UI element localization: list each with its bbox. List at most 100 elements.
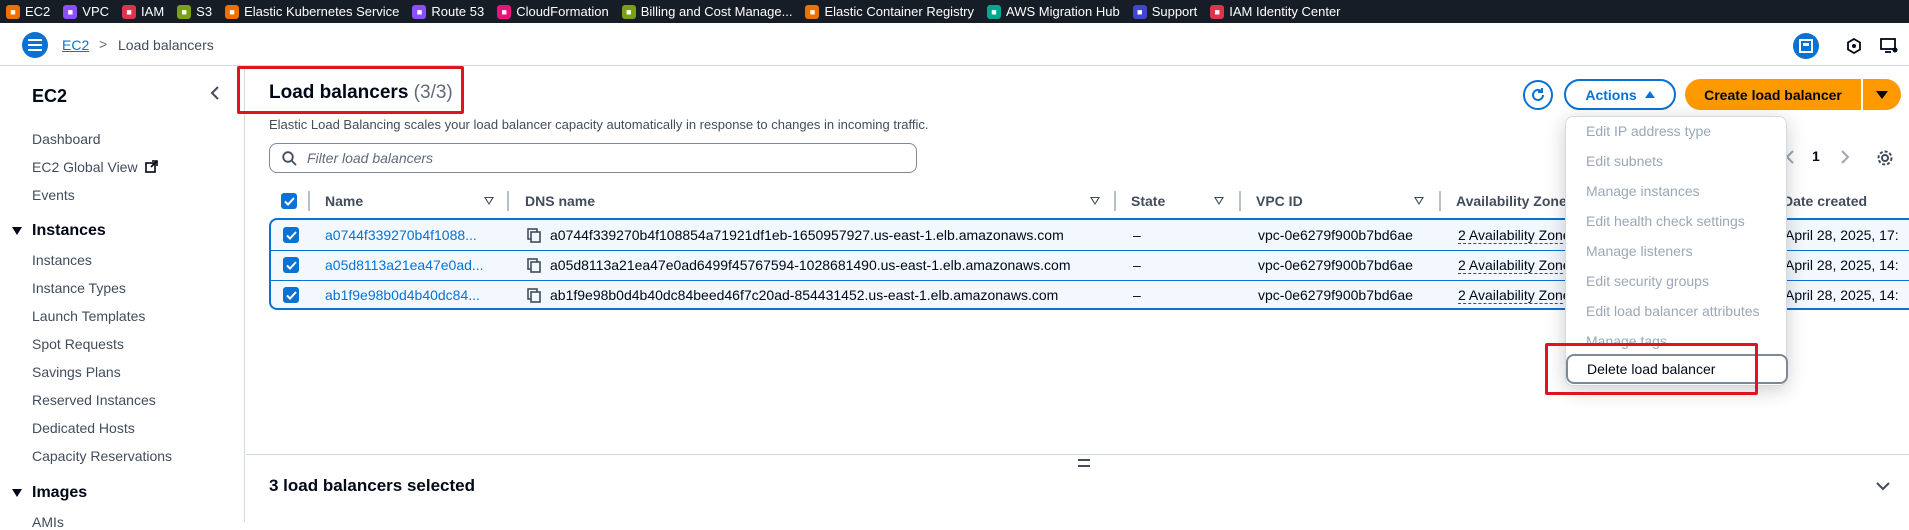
- load-balancer-name-link[interactable]: ab1f9e98b0d4b40dc84...: [325, 287, 495, 303]
- select-all-checkbox[interactable]: [281, 193, 297, 209]
- column-separator: [308, 191, 310, 211]
- split-panel-title: 3 load balancers selected: [269, 476, 475, 495]
- menu-item-manage-listeners[interactable]: Manage listeners: [1586, 243, 1693, 259]
- create-load-balancer-button[interactable]: Create load balancer: [1685, 79, 1861, 110]
- menu-item-edit-subnets[interactable]: Edit subnets: [1586, 153, 1663, 169]
- copy-icon[interactable]: [527, 288, 541, 303]
- page-number[interactable]: 1: [1812, 148, 1820, 164]
- sidebar-item-reserved-instances[interactable]: Reserved Instances: [32, 392, 156, 408]
- menu-item-manage-instances[interactable]: Manage instances: [1586, 183, 1700, 199]
- sidebar-item-savings-plans[interactable]: Savings Plans: [32, 364, 121, 380]
- favorite-label: Elastic Kubernetes Service: [244, 4, 400, 19]
- collapse-sidebar-icon[interactable]: [206, 84, 224, 102]
- notifications-button[interactable]: [1876, 33, 1902, 59]
- eks-icon: ■: [225, 4, 240, 19]
- side-navigation: EC2 Dashboard EC2 Global View Events Ins…: [0, 66, 245, 530]
- favorite-migration-hub[interactable]: ■ AWS Migration Hub: [987, 4, 1120, 19]
- copy-icon[interactable]: [527, 258, 541, 273]
- sidebar-item-instances[interactable]: Instances: [32, 252, 92, 268]
- dns-name: ab1f9e98b0d4b40dc84beed46f7c20ad-8544314…: [550, 287, 1059, 303]
- favorite-s3[interactable]: ■ S3: [177, 4, 212, 19]
- section-label: Instances: [32, 222, 106, 239]
- sidebar-item-instance-types[interactable]: Instance Types: [32, 280, 126, 296]
- sidebar-item-dedicated-hosts[interactable]: Dedicated Hosts: [32, 420, 135, 436]
- sidebar-title: EC2: [32, 86, 68, 106]
- row-checkbox[interactable]: [283, 227, 299, 243]
- hamburger-icon: [28, 39, 42, 51]
- breadcrumb-ec2-link[interactable]: EC2: [62, 37, 89, 53]
- column-header-vpc[interactable]: VPC ID: [1256, 193, 1303, 209]
- column-separator: [507, 191, 509, 211]
- favorite-ec2[interactable]: ■ EC2: [6, 4, 50, 19]
- favorite-vpc[interactable]: ■ VPC: [63, 4, 109, 19]
- column-header-dns[interactable]: DNS name: [525, 193, 595, 209]
- favorite-cloudformation[interactable]: ■ CloudFormation: [497, 4, 609, 19]
- load-balancer-name-link[interactable]: a0744f339270b4f1088...: [325, 227, 495, 243]
- load-balancer-name-link[interactable]: a05d8113a21ea47e0ad...: [325, 257, 495, 273]
- sort-icon[interactable]: [484, 197, 494, 205]
- menu-item-edit-security-groups[interactable]: Edit security groups: [1586, 273, 1709, 289]
- favorite-iam[interactable]: ■ IAM: [122, 4, 164, 19]
- breadcrumb-separator: >: [99, 36, 108, 52]
- copy-icon[interactable]: [527, 228, 541, 243]
- resize-handle[interactable]: [1078, 459, 1090, 467]
- sidebar-section-images[interactable]: Images: [12, 484, 87, 502]
- sort-icon[interactable]: [1214, 197, 1224, 205]
- availability-zones[interactable]: 2 Availability Zones: [1458, 287, 1568, 304]
- filter-input[interactable]: Filter load balancers: [269, 143, 917, 173]
- sidebar-item-capacity-reservations[interactable]: Capacity Reservations: [32, 448, 172, 464]
- favorite-label: Billing and Cost Manage...: [640, 4, 793, 19]
- refresh-button[interactable]: [1523, 80, 1553, 110]
- availability-zones[interactable]: 2 Availability Zones: [1458, 257, 1568, 274]
- column-header-date[interactable]: Date created: [1783, 193, 1867, 209]
- section-label: Images: [32, 484, 88, 501]
- dns-name: a05d8113a21ea47e0ad6499f45767594-1028681…: [550, 257, 1071, 273]
- settings-gear-icon[interactable]: [1876, 149, 1894, 167]
- ec2-icon: ■: [6, 4, 20, 19]
- column-header-state[interactable]: State: [1131, 193, 1165, 209]
- menu-item-edit-ip-address-type[interactable]: Edit IP address type: [1586, 123, 1711, 139]
- help-panel-button[interactable]: [1841, 33, 1867, 59]
- next-page-icon[interactable]: [1840, 150, 1850, 164]
- favorite-eks[interactable]: ■ Elastic Kubernetes Service: [225, 4, 399, 19]
- chevron-down-icon[interactable]: [1875, 478, 1891, 494]
- route53-icon: ■: [412, 4, 427, 19]
- favorite-ecr[interactable]: ■ Elastic Container Registry: [805, 4, 974, 19]
- migration-hub-icon: ■: [987, 4, 1002, 19]
- actions-button[interactable]: Actions: [1564, 79, 1676, 110]
- column-separator: [1439, 191, 1441, 211]
- iam-icon: ■: [122, 4, 137, 19]
- menu-button[interactable]: [22, 32, 48, 58]
- sidebar-item-amis[interactable]: AMIs: [32, 514, 64, 530]
- menu-item-edit-lb-attributes[interactable]: Edit load balancer attributes: [1586, 303, 1760, 319]
- panel-toggle-button[interactable]: [1793, 33, 1819, 59]
- state-value: –: [1133, 257, 1141, 273]
- column-header-name[interactable]: Name: [325, 193, 363, 209]
- favorite-route53[interactable]: ■ Route 53: [412, 4, 484, 19]
- row-checkbox[interactable]: [283, 257, 299, 273]
- row-checkbox[interactable]: [283, 287, 299, 303]
- sidebar-section-instances[interactable]: Instances: [12, 222, 106, 240]
- favorite-identity-center[interactable]: ■ IAM Identity Center: [1210, 4, 1341, 19]
- favorite-label: CloudFormation: [516, 4, 609, 19]
- search-icon: [282, 150, 297, 166]
- s3-icon: ■: [177, 4, 192, 19]
- sidebar-item-global-view[interactable]: EC2 Global View: [32, 159, 159, 175]
- hexagon-icon: [1847, 38, 1861, 54]
- create-dropdown-button[interactable]: [1863, 79, 1901, 110]
- state-value: –: [1133, 227, 1141, 243]
- breadcrumb-current: Load balancers: [118, 37, 214, 53]
- favorite-billing[interactable]: ■ Billing and Cost Manage...: [621, 4, 793, 19]
- sidebar-item-launch-templates[interactable]: Launch Templates: [32, 308, 145, 324]
- sidebar-item-dashboard[interactable]: Dashboard: [32, 131, 101, 147]
- favorite-label: IAM: [141, 4, 165, 19]
- date-created: April 28, 2025, 17:: [1785, 227, 1899, 243]
- sidebar-item-events[interactable]: Events: [32, 187, 75, 203]
- sidebar-item-spot-requests[interactable]: Spot Requests: [32, 336, 124, 352]
- favorite-support[interactable]: ■ Support: [1132, 4, 1197, 19]
- column-header-az[interactable]: Availability Zones: [1456, 193, 1575, 209]
- sort-icon[interactable]: [1090, 197, 1100, 205]
- availability-zones[interactable]: 2 Availability Zones: [1458, 227, 1568, 244]
- sort-icon[interactable]: [1414, 197, 1424, 205]
- menu-item-edit-health-check[interactable]: Edit health check settings: [1586, 213, 1745, 229]
